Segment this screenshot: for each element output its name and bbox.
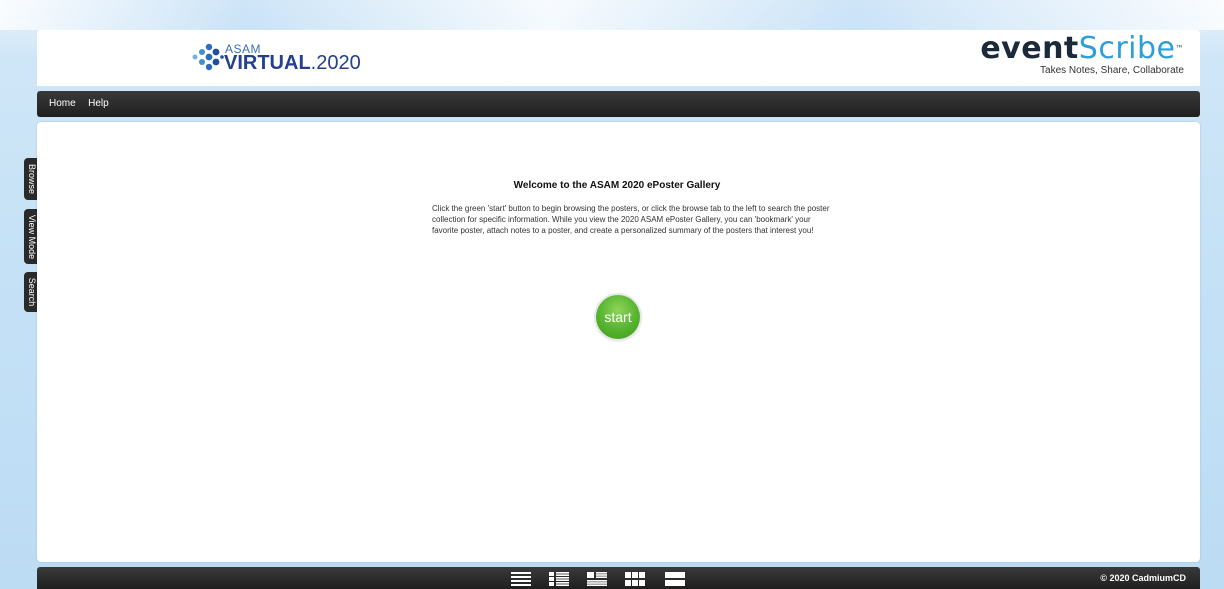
copyright-text: © 2020 CadmiumCD [1100,573,1186,583]
welcome-title: Welcome to the ASAM 2020 ePoster Gallery [513,180,721,191]
footer-bar: © 2020 CadmiumCD [37,567,1200,589]
eventscribe-logo: eventScribe™ Takes Notes, Share, Collabo… [980,31,1184,77]
tab-search-label: Search [26,277,37,307]
single-view-icon[interactable] [665,572,685,586]
header: ASAM VIRTUAL.2020 eventScribe™ Takes Not… [37,30,1200,86]
tab-view-mode-label: View Mode [26,214,37,259]
dots-arrow-icon [192,43,224,71]
welcome-text: Click the green 'start' button to begin … [432,204,830,235]
eventscribe-wordmark: eventScribe™ [980,31,1184,66]
eventscribe-tagline: Takes Notes, Share, Collaborate [1040,65,1184,76]
grid-view-icon[interactable] [625,572,645,586]
main-content: Welcome to the ASAM 2020 ePoster Gallery… [37,122,1200,562]
list-view-icon[interactable] [511,572,531,586]
start-button[interactable]: start [596,295,640,339]
logo-virtual-text: VIRTUAL.2020 [224,52,361,74]
tab-browse-label: Browse [26,163,37,195]
detail-list-view-icon[interactable] [549,572,569,586]
thumbnail-list-view-icon[interactable] [587,572,607,586]
top-nav: Home Help [37,91,1200,117]
header-background [0,0,1224,30]
nav-home[interactable]: Home [49,91,76,117]
nav-help[interactable]: Help [88,91,109,117]
